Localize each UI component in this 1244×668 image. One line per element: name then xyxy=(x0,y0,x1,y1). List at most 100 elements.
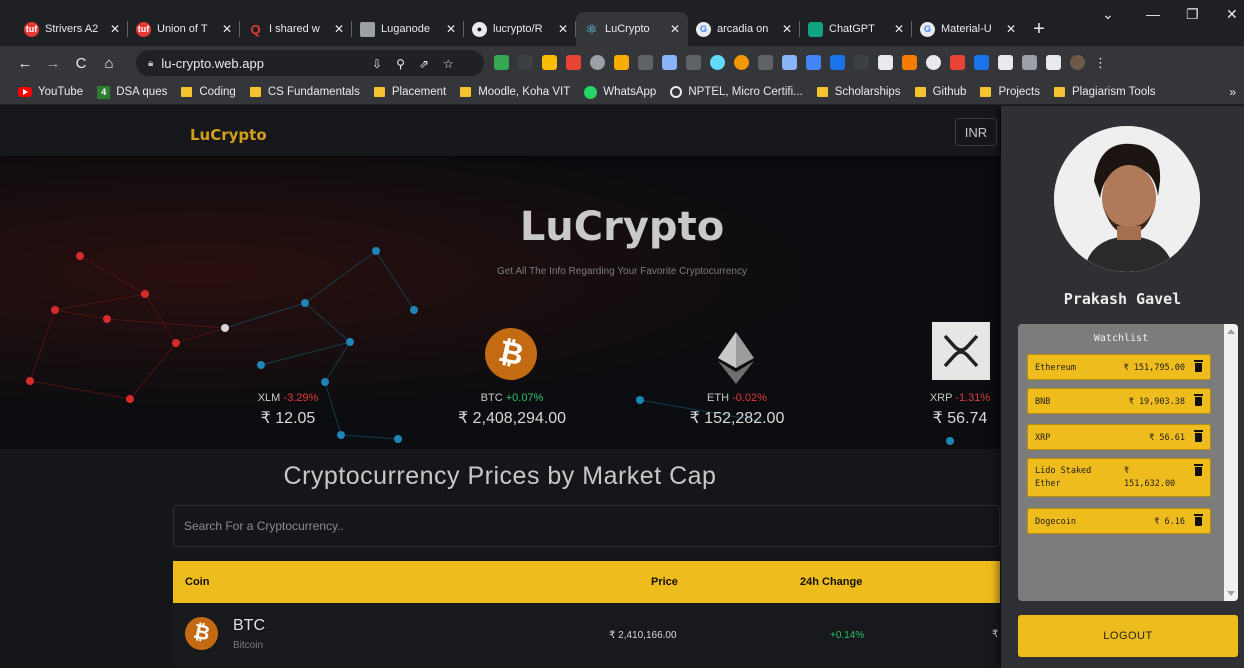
bookmark-folder[interactable]: Coding xyxy=(181,86,236,98)
google-icon: G xyxy=(920,21,935,37)
bookmark-dsa[interactable]: 4 DSA ques xyxy=(97,85,167,99)
browser-tab[interactable]: G arcadia on ✕ xyxy=(688,12,800,46)
watchlist-coin-price: ₹ xyxy=(1124,466,1130,476)
profile-avatar-icon[interactable] xyxy=(1070,55,1085,70)
watchlist-item[interactable]: Dogecoin ₹ 6.16 xyxy=(1027,508,1211,534)
close-window-button[interactable]: ✕ xyxy=(1226,6,1238,23)
extensions-area: ⋮ xyxy=(494,55,1107,71)
extension-icon[interactable] xyxy=(494,55,509,70)
browser-tab[interactable]: tuf Union of T ✕ xyxy=(128,12,240,46)
carousel-item-xlm[interactable]: XLM -3.29% ₹ 12.05 xyxy=(248,392,328,428)
extension-icon[interactable] xyxy=(518,55,533,70)
extension-icon[interactable] xyxy=(686,55,701,70)
share-icon[interactable]: ⇗ xyxy=(419,57,429,71)
cast-icon[interactable] xyxy=(1022,55,1037,70)
table-row[interactable]: ₿ BTC Bitcoin ₹ 2,410,166.00 +0.14% ₹ xyxy=(173,603,1000,668)
delete-icon[interactable] xyxy=(1194,430,1203,442)
extension-icon[interactable] xyxy=(566,55,581,70)
delete-icon[interactable] xyxy=(1194,464,1203,476)
carousel-symbol: BTC xyxy=(480,392,503,404)
extension-icon[interactable] xyxy=(830,55,845,70)
new-tab-button[interactable]: + xyxy=(1024,12,1054,46)
extension-icon[interactable] xyxy=(950,55,965,70)
watchlist-item[interactable]: XRP ₹ 56.61 xyxy=(1027,424,1211,450)
bookmark-folder[interactable]: Moodle, Koha VIT xyxy=(460,86,570,98)
tab-close-icon[interactable]: ✕ xyxy=(334,22,344,36)
carousel-item-btc[interactable]: BTC +0.07% ₹ 2,408,294.00 xyxy=(450,392,574,428)
watchlist-item[interactable]: Lido Staked Ether ₹ 151,632.00 xyxy=(1027,458,1211,497)
folder-icon xyxy=(980,87,992,97)
logout-button[interactable]: LOGOUT xyxy=(1018,615,1238,657)
browser-tab-active[interactable]: ⚛ LuCrypto ✕ xyxy=(576,12,688,46)
currency-select[interactable]: INR xyxy=(955,118,997,146)
extension-icon[interactable] xyxy=(542,55,557,70)
browser-tab-strip: tuf Strivers A2 ✕ tuf Union of T ✕ Q I s… xyxy=(0,0,1244,46)
extension-icon[interactable] xyxy=(758,55,773,70)
bookmark-folder[interactable]: Github xyxy=(914,86,966,98)
minimize-button[interactable]: — xyxy=(1146,6,1160,22)
extensions-puzzle-icon[interactable] xyxy=(998,55,1013,70)
scroll-down-icon[interactable] xyxy=(1227,591,1235,596)
menu-dots-icon[interactable]: ⋮ xyxy=(1094,55,1107,71)
browser-tab[interactable]: ChatGPT ✕ xyxy=(800,12,912,46)
home-icon[interactable]: ⌂ xyxy=(98,55,120,72)
delete-icon[interactable] xyxy=(1194,394,1203,406)
tab-close-icon[interactable]: ✕ xyxy=(894,22,904,36)
extension-icon[interactable] xyxy=(878,55,893,70)
extension-icon[interactable] xyxy=(902,55,917,70)
browser-tab[interactable]: G Material-U ✕ xyxy=(912,12,1024,46)
bookmark-star-icon[interactable]: ☆ xyxy=(443,57,454,71)
tab-close-icon[interactable]: ✕ xyxy=(782,22,792,36)
side-panel-icon[interactable] xyxy=(1046,55,1061,70)
browser-tab[interactable]: Luganode ✕ xyxy=(352,12,464,46)
bookmark-youtube[interactable]: YouTube xyxy=(18,86,83,98)
watchlist-item[interactable]: BNB ₹ 19,903.38 xyxy=(1027,388,1211,414)
delete-icon[interactable] xyxy=(1194,514,1203,526)
bookmark-whatsapp[interactable]: WhatsApp xyxy=(584,85,656,99)
restore-button[interactable]: ❐ xyxy=(1186,6,1199,23)
bookmarks-overflow-icon[interactable]: » xyxy=(1229,85,1236,99)
watchlist-item[interactable]: Ethereum ₹ 151,795.00 xyxy=(1027,354,1211,380)
extension-icon[interactable] xyxy=(590,55,605,70)
tab-close-icon[interactable]: ✕ xyxy=(110,22,120,36)
reload-icon[interactable]: C xyxy=(70,55,92,72)
scroll-up-icon[interactable] xyxy=(1227,329,1235,334)
carousel-item-xrp[interactable]: XRP -1.31% ₹ 56.74 xyxy=(926,392,994,428)
delete-icon[interactable] xyxy=(1194,360,1203,372)
extension-icon[interactable] xyxy=(974,55,989,70)
browser-tab[interactable]: Q I shared w ✕ xyxy=(240,12,352,46)
extension-icon[interactable] xyxy=(854,55,869,70)
install-app-icon[interactable]: ⇩ xyxy=(372,57,382,71)
extension-icon[interactable] xyxy=(662,55,677,70)
tab-close-icon[interactable]: ✕ xyxy=(446,22,456,36)
bookmark-folder[interactable]: Projects xyxy=(980,86,1040,98)
extension-icon[interactable] xyxy=(710,55,725,70)
back-icon[interactable]: ← xyxy=(14,55,36,72)
browser-tab[interactable]: tuf Strivers A2 ✕ xyxy=(16,12,128,46)
extension-icon[interactable] xyxy=(614,55,629,70)
crypto-search-input[interactable]: Search For a Cryptocurrency.. xyxy=(173,505,1000,547)
watchlist-scrollbar[interactable] xyxy=(1224,324,1238,601)
tab-close-icon[interactable]: ✕ xyxy=(558,22,568,36)
bookmark-folder[interactable]: Placement xyxy=(373,86,446,98)
extension-icon[interactable] xyxy=(782,55,797,70)
bookmark-folder[interactable]: Plagiarism Tools xyxy=(1054,86,1156,98)
extension-icon[interactable] xyxy=(638,55,653,70)
extension-icon[interactable] xyxy=(734,55,749,70)
bookmark-folder[interactable]: Scholarships xyxy=(816,86,901,98)
tab-search-icon[interactable]: ⌄ xyxy=(1102,6,1114,23)
extension-icon[interactable] xyxy=(806,55,821,70)
carousel-change: -1.31% xyxy=(955,392,991,404)
extension-icon[interactable] xyxy=(926,55,941,70)
zoom-icon[interactable]: ⚲ xyxy=(396,57,405,71)
bookmark-folder[interactable]: CS Fundamentals xyxy=(249,86,360,98)
brand-logo[interactable]: LuCrypto xyxy=(190,126,267,144)
tab-close-icon[interactable]: ✕ xyxy=(670,22,680,36)
forward-icon[interactable]: → xyxy=(42,55,64,72)
carousel-item-eth[interactable]: ETH -0.02% ₹ 152,282.00 xyxy=(685,392,789,428)
tab-close-icon[interactable]: ✕ xyxy=(1006,22,1016,36)
carousel-symbol: ETH xyxy=(707,392,730,404)
tab-close-icon[interactable]: ✕ xyxy=(222,22,232,36)
browser-tab[interactable]: ● lucrypto/R ✕ xyxy=(464,12,576,46)
bookmark-nptel[interactable]: NPTEL, Micro Certifi... xyxy=(670,86,803,98)
